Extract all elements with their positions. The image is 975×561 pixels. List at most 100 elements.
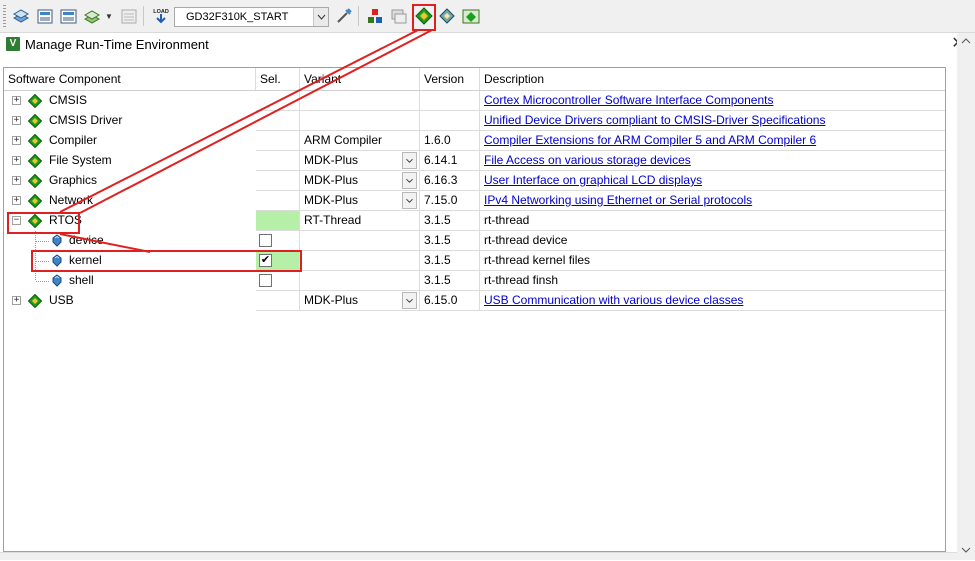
sel-cell	[256, 171, 300, 191]
chevron-down-icon[interactable]	[313, 8, 328, 26]
batch-build-dropdown-icon[interactable]: ▼	[105, 12, 113, 21]
variant-value: ARM Compiler	[304, 133, 383, 147]
sel-cell[interactable]	[256, 231, 300, 251]
sel-cell	[256, 151, 300, 171]
expand-icon[interactable]: +	[12, 176, 21, 185]
description-link[interactable]: USB Communication with various device cl…	[484, 293, 743, 307]
target-select-value: GD32F310K_START	[186, 11, 289, 23]
component-class-icon	[27, 153, 43, 169]
description-text: rt-thread device	[484, 233, 568, 247]
chevron-down-icon[interactable]	[402, 152, 417, 169]
component-class-icon	[27, 113, 43, 129]
books-icon[interactable]	[389, 6, 409, 26]
version-cell: 3.1.5	[420, 211, 480, 231]
component-row-compiler[interactable]: + Compiler ARM Compiler 1.6.0 Compiler Exten…	[4, 131, 945, 151]
sel-cell[interactable]	[256, 271, 300, 291]
component-row-network[interactable]: + Network MDK-Plus 7.15.0 IPv4 Networking us…	[4, 191, 945, 211]
component-cell: + Network	[4, 191, 256, 211]
variant-cell[interactable]: MDK-Plus	[300, 191, 420, 211]
batch-build-icon[interactable]	[83, 6, 103, 26]
annotation-box-kernel	[31, 250, 302, 272]
variant-cell: ARM Compiler	[300, 131, 420, 151]
variant-cell	[300, 111, 420, 131]
expand-icon[interactable]: +	[12, 116, 21, 125]
component-row-cmsis-driver[interactable]: + CMSIS Driver Unified Device Drivers comp…	[4, 111, 945, 131]
vertical-scrollbar[interactable]	[957, 33, 975, 560]
component-cell: + Graphics	[4, 171, 256, 191]
component-row-file-system[interactable]: + File System MDK-Plus 6.14.1 File Access on…	[4, 151, 945, 171]
component-row-graphics[interactable]: + Graphics MDK-Plus 6.16.3 User Interface on…	[4, 171, 945, 191]
stop-build-icon[interactable]	[119, 6, 139, 26]
select-software-packs-icon[interactable]	[437, 6, 457, 26]
chevron-down-icon[interactable]	[402, 192, 417, 209]
target-select[interactable]: GD32F310K_START	[174, 7, 329, 27]
expand-icon[interactable]: +	[12, 156, 21, 165]
component-row-rtos[interactable]: − RTOS RT-Thread 3.1.5 rt-thread	[4, 211, 945, 231]
horizontal-scrollbar[interactable]	[0, 552, 957, 560]
expand-icon[interactable]: +	[12, 296, 21, 305]
scroll-up-icon[interactable]	[957, 33, 975, 50]
variant-cell: RT-Thread	[300, 211, 420, 231]
translate-icon[interactable]	[11, 6, 31, 26]
description-cell: Compiler Extensions for ARM Compiler 5 a…	[480, 131, 945, 151]
annotation-box-rtos	[7, 212, 80, 234]
header-variant[interactable]: Variant	[300, 68, 420, 90]
manage-run-time-environment-window: V Manage Run-Time Environment ✕ Software…	[0, 33, 975, 560]
chevron-down-icon[interactable]	[402, 172, 417, 189]
component-name: USB	[49, 293, 74, 307]
sel-cell	[256, 111, 300, 131]
component-row-shell[interactable]: shell 3.1.5 rt-thread finsh	[4, 271, 945, 291]
chevron-down-icon[interactable]	[402, 292, 417, 309]
component-name: File System	[49, 153, 112, 167]
file-extensions-icon[interactable]	[365, 6, 385, 26]
header-version[interactable]: Version	[420, 68, 480, 90]
description-cell: Unified Device Drivers compliant to CMSI…	[480, 111, 945, 131]
component-pin-icon	[52, 234, 62, 247]
description-link[interactable]: Compiler Extensions for ARM Compiler 5 a…	[484, 133, 816, 147]
header-description[interactable]: Description	[480, 68, 945, 90]
component-row-usb[interactable]: + USB MDK-Plus 6.15.0 USB Communication with…	[4, 291, 945, 311]
component-cell: shell	[4, 271, 256, 291]
variant-value: MDK-Plus	[304, 293, 359, 307]
expand-icon[interactable]: +	[12, 136, 21, 145]
rebuild-icon[interactable]	[59, 6, 79, 26]
toolbar-grip[interactable]	[3, 5, 6, 27]
component-row-cmsis[interactable]: + CMSIS Cortex Microcontroller Software In…	[4, 91, 945, 111]
select-checkbox[interactable]	[259, 274, 272, 287]
description-cell: Cortex Microcontroller Software Interfac…	[480, 91, 945, 111]
target-options-icon[interactable]	[334, 6, 354, 26]
component-grid: Software Component Sel. Variant Version …	[3, 67, 946, 552]
variant-cell[interactable]: MDK-Plus	[300, 291, 420, 311]
description-link[interactable]: File Access on various storage devices	[484, 153, 691, 167]
header-sel[interactable]: Sel.	[256, 68, 300, 90]
component-row-device[interactable]: device 3.1.5 rt-thread device	[4, 231, 945, 251]
sel-cell	[256, 131, 300, 151]
annotation-box-rte-button	[412, 4, 436, 31]
expand-icon[interactable]: +	[12, 96, 21, 105]
scroll-down-icon[interactable]	[957, 541, 975, 558]
component-class-icon	[27, 193, 43, 209]
component-pin-icon	[52, 274, 62, 287]
component-name: CMSIS	[49, 93, 88, 107]
description-cell: rt-thread device	[480, 231, 945, 251]
variant-value: MDK-Plus	[304, 153, 359, 167]
variant-cell[interactable]: MDK-Plus	[300, 151, 420, 171]
select-checkbox[interactable]	[259, 234, 272, 247]
description-link[interactable]: Unified Device Drivers compliant to CMSI…	[484, 113, 825, 127]
variant-cell[interactable]: MDK-Plus	[300, 171, 420, 191]
variant-cell	[300, 231, 420, 251]
description-link[interactable]: User Interface on graphical LCD displays	[484, 173, 702, 187]
description-link[interactable]: Cortex Microcontroller Software Interfac…	[484, 93, 773, 107]
variant-cell	[300, 91, 420, 111]
description-link[interactable]: IPv4 Networking using Ethernet or Serial…	[484, 193, 752, 207]
build-icon[interactable]	[35, 6, 55, 26]
description-cell: rt-thread kernel files	[480, 251, 945, 271]
description-cell: rt-thread finsh	[480, 271, 945, 291]
download-icon[interactable]: LOAD	[151, 6, 171, 26]
component-cell: + CMSIS Driver	[4, 111, 256, 131]
pack-installer-icon[interactable]	[461, 6, 481, 26]
description-cell: rt-thread	[480, 211, 945, 231]
expand-icon[interactable]: +	[12, 196, 21, 205]
tree-line	[36, 241, 50, 242]
header-software-component[interactable]: Software Component	[4, 68, 256, 90]
